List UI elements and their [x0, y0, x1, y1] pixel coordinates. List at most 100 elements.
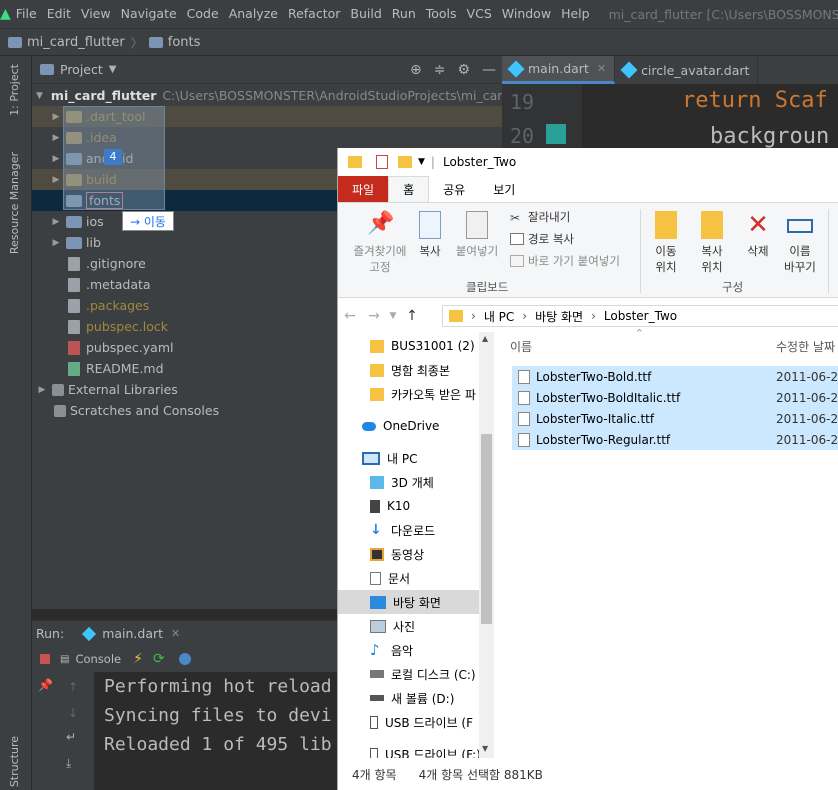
devtools-icon[interactable] [178, 653, 191, 665]
breadcrumb-project[interactable]: mi_card_flutter [8, 35, 125, 50]
stop-icon[interactable] [40, 654, 50, 664]
menu-view[interactable]: View [76, 0, 116, 28]
minimize-icon[interactable]: — [482, 62, 496, 78]
collapse-icon[interactable]: ≑ [434, 62, 446, 78]
menu-window[interactable]: Window [497, 0, 556, 28]
nav-item-this-pc[interactable]: 내 PC [338, 446, 494, 470]
tree-root[interactable]: ▼ mi_card_flutter C:\Users\BOSSMONSTER\A… [32, 85, 502, 106]
scroll-up-icon[interactable]: ▲ [482, 334, 488, 343]
menu-navigate[interactable]: Navigate [116, 0, 182, 28]
nav-item[interactable]: 카카오톡 받은 파 [338, 382, 494, 406]
tab-circle-avatar-dart[interactable]: circle_avatar.dart [615, 56, 759, 84]
nav-item[interactable]: ♪ 음악 [338, 638, 494, 662]
menu-refactor[interactable]: Refactor [283, 0, 345, 28]
copy-button[interactable]: 복사 [414, 211, 446, 259]
file-row[interactable]: LobsterTwo-BoldItalic.ttf 2011-06-21 [512, 387, 838, 408]
up-arrow-icon[interactable]: ↑ [68, 680, 78, 694]
code-editor[interactable]: return Scaf backgroun [582, 84, 838, 150]
console-output[interactable]: Performing hot reload Syncing files to d… [94, 672, 337, 790]
up-arrow-icon[interactable]: ↑ [400, 308, 424, 324]
tab-console[interactable]: Console [75, 652, 121, 666]
chevron-right-icon[interactable]: ▶ [50, 112, 62, 122]
wrap-icon[interactable]: ↵ [66, 730, 76, 744]
address-segment[interactable]: Lobster_Two [604, 309, 677, 323]
rename-button[interactable]: 이름 바꾸기 [778, 211, 822, 275]
pin-to-quick-access-button[interactable]: 📌 즐겨찾기에 고정 [344, 211, 416, 275]
close-icon[interactable]: ✕ [597, 62, 606, 75]
hot-restart-icon[interactable]: ⟳ [153, 651, 165, 667]
menu-file[interactable]: File [11, 0, 42, 28]
column-header-name[interactable]: 이름 [510, 338, 532, 355]
back-arrow-icon[interactable]: ← [338, 308, 362, 324]
menu-build[interactable]: Build [345, 0, 386, 28]
paste-button[interactable]: 붙여넣기 [452, 211, 502, 259]
address-segment[interactable]: 내 PC [484, 308, 514, 325]
address-input[interactable]: › 내 PC › 바탕 화면 › Lobster_Two [442, 305, 838, 327]
chevron-right-icon[interactable]: ▶ [36, 385, 48, 395]
ribbon-tab-share[interactable]: 공유 [429, 176, 479, 202]
file-row[interactable]: LobsterTwo-Italic.ttf 2011-06-21 [512, 408, 838, 429]
chevron-down-icon[interactable]: ▼ [109, 64, 117, 75]
tab-structure[interactable]: Structure [8, 736, 21, 787]
properties-icon[interactable] [376, 155, 388, 169]
copy-to-button[interactable]: 복사 위치 [690, 211, 734, 275]
ribbon-tab-file[interactable]: 파일 [338, 176, 389, 202]
chevron-right-icon[interactable]: ▶ [50, 175, 62, 185]
column-header-date[interactable]: 수정한 날짜 [776, 338, 835, 355]
menu-help[interactable]: Help [556, 0, 595, 28]
nav-item[interactable]: 3D 개체 [338, 470, 494, 494]
move-to-button[interactable]: 이동 위치 [644, 211, 688, 275]
nav-item[interactable]: 새 볼륨 (D:) [338, 686, 494, 710]
menu-vcs[interactable]: VCS [462, 0, 497, 28]
chevron-right-icon[interactable]: ▶ [50, 133, 62, 143]
menu-tools[interactable]: Tools [421, 0, 462, 28]
down-arrow-icon[interactable]: ↓ [68, 706, 78, 720]
nav-item[interactable]: 사진 [338, 614, 494, 638]
file-row[interactable]: LobsterTwo-Bold.ttf 2011-06-21 [512, 366, 838, 387]
chevron-right-icon[interactable]: ▶ [50, 238, 62, 248]
scroll-end-icon[interactable]: ⤓ [66, 756, 71, 771]
run-tab[interactable]: main.dart ✕ [82, 626, 180, 641]
menu-edit[interactable]: Edit [42, 0, 76, 28]
nav-item[interactable]: BUS31001 (2) [338, 334, 494, 358]
chevron-right-icon[interactable]: ▶ [50, 217, 62, 227]
file-row[interactable]: LobsterTwo-Regular.ttf 2011-06-21 [512, 429, 838, 450]
nav-item[interactable]: 명함 최종본 [338, 358, 494, 382]
nav-item[interactable]: K10 [338, 494, 494, 518]
scroll-down-icon[interactable]: ▼ [482, 744, 488, 753]
nav-item[interactable]: USB 드라이브 (F:) [338, 742, 494, 758]
nav-item[interactable]: 로컬 디스크 (C:) [338, 662, 494, 686]
hot-reload-icon[interactable]: ⚡ [133, 651, 143, 667]
tab-resource-manager[interactable]: Resource Manager [8, 152, 21, 254]
chevron-down-icon[interactable]: ▼ [36, 91, 43, 101]
nav-item[interactable]: 문서 [338, 566, 494, 590]
close-icon[interactable]: ✕ [171, 627, 180, 640]
tab-project[interactable]: 1: Project [8, 64, 21, 116]
nav-item[interactable]: USB 드라이브 (F [338, 710, 494, 734]
delete-button[interactable]: ✕ 삭제 [738, 211, 778, 259]
quick-access-dropdown-icon[interactable]: ▼ [418, 157, 425, 167]
tab-main-dart[interactable]: main.dart ✕ [502, 56, 616, 84]
crosshair-icon[interactable]: ⊕ [410, 62, 422, 78]
menu-run[interactable]: Run [387, 0, 421, 28]
address-segment[interactable]: 바탕 화면 [535, 308, 583, 325]
nav-item[interactable]: 동영상 [338, 542, 494, 566]
ribbon-tab-home[interactable]: 홈 [388, 176, 430, 202]
breadcrumb-folder[interactable]: fonts [148, 35, 200, 50]
pin-icon[interactable]: 📌 [38, 678, 53, 692]
chevron-right-icon[interactable]: ▶ [50, 154, 62, 164]
new-folder-icon[interactable] [398, 156, 412, 168]
menu-code[interactable]: Code [182, 0, 224, 28]
forward-arrow-icon[interactable]: → [362, 308, 386, 324]
copy-path-button[interactable]: 경로 복사 [510, 231, 574, 247]
nav-item-desktop[interactable]: 바탕 화면 [338, 590, 494, 614]
scrollbar-thumb[interactable] [481, 434, 492, 624]
nav-item[interactable]: ↓ 다운로드 [338, 518, 494, 542]
nav-item-onedrive[interactable]: OneDrive [338, 414, 494, 438]
gear-icon[interactable]: ⚙ [457, 62, 470, 78]
cut-button[interactable]: ✂ 잘라내기 [510, 209, 570, 225]
project-view-selector[interactable]: Project [60, 62, 103, 77]
menu-analyze[interactable]: Analyze [224, 0, 283, 28]
paste-shortcut-button[interactable]: 바로 가기 붙여넣기 [510, 253, 620, 269]
chevron-down-icon[interactable]: ▼ [386, 311, 400, 321]
